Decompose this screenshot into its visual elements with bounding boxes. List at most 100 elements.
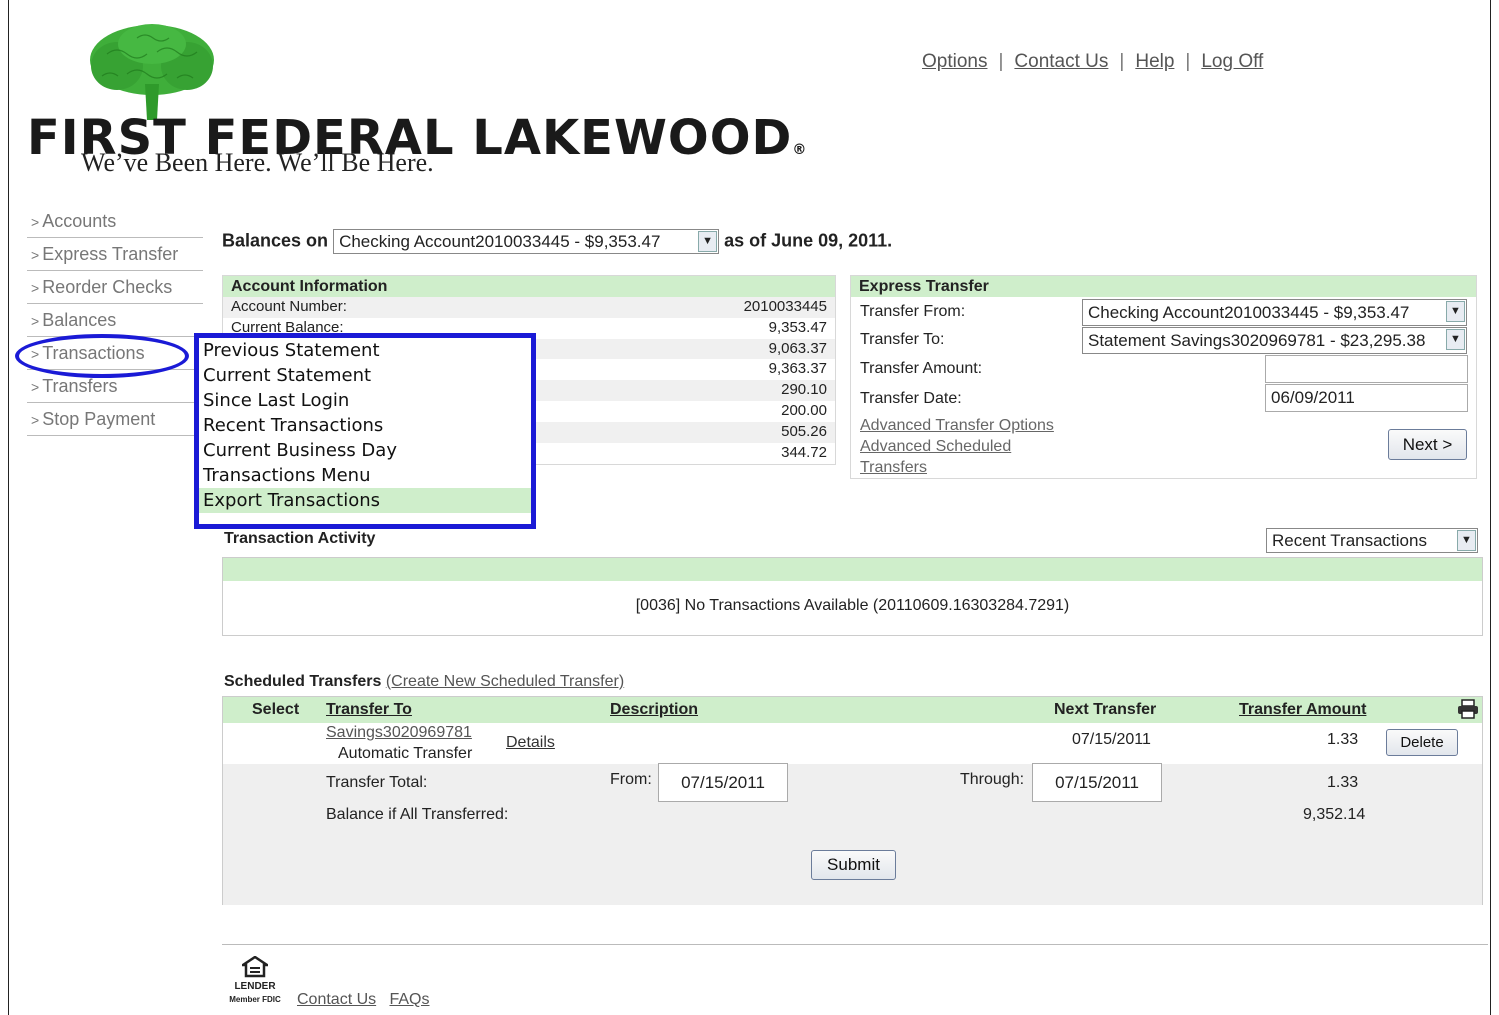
transfer-amount-value: 1.33 bbox=[1327, 731, 1359, 748]
bank-logo[interactable]: FIRST FEDERAL LAKEWOOD® We’ve Been Here.… bbox=[27, 24, 806, 184]
sidebar-item-express-transfer[interactable]: > Express Transfer bbox=[27, 238, 203, 271]
create-scheduled-transfer-link[interactable]: (Create New Scheduled Transfer) bbox=[386, 673, 624, 690]
express-transfer-panel: Express Transfer Transfer From: Checking… bbox=[850, 275, 1477, 479]
delete-button[interactable]: Delete bbox=[1386, 729, 1458, 756]
from-label: From: bbox=[610, 771, 652, 788]
sidebar-item-label: Accounts bbox=[42, 211, 117, 231]
nav-separator: | bbox=[998, 51, 1004, 72]
chevron-down-icon[interactable]: ▼ bbox=[1457, 530, 1476, 551]
account-select[interactable]: Checking Account2010033445 - $9,353.47 ▼ bbox=[333, 229, 720, 254]
chevron-right-icon: > bbox=[31, 214, 40, 230]
through-date-input[interactable]: 07/15/2011 bbox=[1032, 763, 1162, 802]
column-transfer-amount[interactable]: Transfer Amount bbox=[1239, 701, 1366, 719]
advanced-transfer-options-link[interactable]: Advanced Transfer Options bbox=[860, 415, 1054, 436]
column-transfer-to[interactable]: Transfer To bbox=[326, 701, 412, 719]
sidebar-item-label: Reorder Checks bbox=[42, 277, 173, 297]
nav-logoff-link[interactable]: Log Off bbox=[1201, 51, 1263, 72]
advanced-scheduled-transfers-link[interactable]: Advanced Scheduled Transfers bbox=[860, 436, 1040, 478]
transfer-from-select[interactable]: Checking Account2010033445 - $9,353.47 ▼ bbox=[1082, 299, 1467, 326]
menu-item-current-statement[interactable]: Current Statement bbox=[199, 363, 531, 388]
transfer-from-value: Checking Account2010033445 - $9,353.47 bbox=[1088, 303, 1410, 322]
row-value: 9,353.47 bbox=[768, 318, 827, 336]
nav-help-link[interactable]: Help bbox=[1135, 51, 1174, 72]
printer-icon[interactable] bbox=[1457, 699, 1479, 724]
row-value: 9,363.37 bbox=[768, 360, 827, 378]
submit-button[interactable]: Submit bbox=[811, 850, 896, 880]
chevron-down-icon[interactable]: ▼ bbox=[698, 231, 718, 252]
sidebar-item-accounts[interactable]: > Accounts bbox=[27, 205, 203, 238]
balance-if-transferred-value: 9,352.14 bbox=[1303, 806, 1366, 823]
balances-as-of: as of June 09, 2011. bbox=[724, 230, 893, 251]
menu-item-previous-statement[interactable]: Previous Statement bbox=[199, 338, 531, 363]
nav-separator: | bbox=[1119, 51, 1125, 72]
top-nav: Options | Contact Us | Help | Log Off bbox=[922, 51, 1263, 73]
footer-contact-link[interactable]: Contact Us bbox=[297, 991, 376, 1008]
transfer-total-value: 1.33 bbox=[1327, 774, 1359, 791]
transfer-date-label: Transfer Date: bbox=[860, 390, 962, 407]
footer-faqs-link[interactable]: FAQs bbox=[389, 991, 429, 1008]
column-description[interactable]: Description bbox=[610, 701, 698, 719]
row-value: 200.00 bbox=[781, 401, 827, 419]
row-value: 2010033445 bbox=[743, 298, 827, 315]
tree-logo-icon bbox=[90, 24, 214, 120]
menu-item-current-business-day[interactable]: Current Business Day bbox=[199, 438, 531, 463]
sidebar-item-stop-payment[interactable]: > Stop Payment bbox=[27, 403, 203, 436]
equal-housing-icon bbox=[238, 955, 272, 978]
nav-contact-link[interactable]: Contact Us bbox=[1014, 51, 1108, 72]
sidebar: > Accounts > Express Transfer > Reorder Che… bbox=[27, 205, 203, 436]
transfer-amount-input[interactable] bbox=[1265, 355, 1468, 383]
next-transfer-date: 07/15/2011 bbox=[1072, 731, 1151, 748]
transfer-to-account-link[interactable]: Savings3020969781 bbox=[326, 724, 472, 742]
row-label: Account Number: bbox=[231, 298, 347, 315]
balances-header: Balances on Checking Account2010033445 -… bbox=[222, 229, 892, 254]
column-next-transfer: Next Transfer bbox=[1054, 701, 1157, 718]
through-label: Through: bbox=[960, 771, 1025, 788]
no-transactions-message: [0036] No Transactions Available (201106… bbox=[635, 597, 1070, 614]
scheduled-transfers-panel: Select Transfer To Description Next Tran… bbox=[222, 696, 1483, 905]
sidebar-item-reorder-checks[interactable]: > Reorder Checks bbox=[27, 271, 203, 304]
transfer-to-select[interactable]: Statement Savings3020969781 - $23,295.38… bbox=[1082, 327, 1467, 354]
sidebar-item-label: Stop Payment bbox=[42, 409, 156, 429]
transfer-to-label: Transfer To: bbox=[860, 331, 945, 348]
nav-options-link[interactable]: Options bbox=[922, 51, 987, 72]
account-info-row: Account Number: 2010033445 bbox=[223, 297, 835, 318]
equal-housing-lender-badge: LENDER Member FDIC bbox=[222, 955, 288, 1004]
account-select-value: Checking Account2010033445 - $9,353.47 bbox=[339, 232, 661, 251]
transaction-filter-select[interactable]: Recent Transactions ▼ bbox=[1266, 528, 1478, 553]
sidebar-item-balances[interactable]: > Balances bbox=[27, 304, 203, 337]
nav-separator: | bbox=[1185, 51, 1191, 72]
menu-item-since-last-login[interactable]: Since Last Login bbox=[199, 388, 531, 413]
next-button[interactable]: Next > bbox=[1388, 429, 1467, 460]
menu-item-transactions-menu[interactable]: Transactions Menu bbox=[199, 463, 531, 488]
chevron-down-icon[interactable]: ▼ bbox=[1446, 329, 1465, 350]
scheduled-transfers-title: Scheduled Transfers (Create New Schedule… bbox=[224, 673, 624, 691]
balance-if-transferred-label: Balance if All Transferred: bbox=[326, 806, 509, 823]
menu-item-export-transactions[interactable]: Export Transactions bbox=[199, 488, 531, 513]
chevron-right-icon: > bbox=[31, 379, 40, 395]
transfer-total-label: Transfer Total: bbox=[326, 774, 428, 791]
account-information-title: Account Information bbox=[223, 276, 835, 297]
brand-tagline: We’ve Been Here. We’ll Be Here. bbox=[81, 148, 434, 177]
chevron-down-icon[interactable]: ▼ bbox=[1446, 301, 1465, 322]
sidebar-item-label: Express Transfer bbox=[42, 244, 179, 264]
footer-divider bbox=[222, 944, 1488, 945]
chevron-right-icon: > bbox=[31, 313, 40, 329]
annotation-ellipse bbox=[15, 334, 189, 378]
scheduled-transfers-heading: Scheduled Transfers bbox=[224, 673, 382, 690]
row-value: 290.10 bbox=[781, 381, 827, 399]
transfer-type: Automatic Transfer bbox=[338, 745, 473, 762]
transaction-activity-header bbox=[223, 558, 1482, 581]
details-link[interactable]: Details bbox=[506, 734, 555, 752]
sidebar-item-label: Balances bbox=[42, 310, 117, 330]
lender-text: LENDER bbox=[234, 981, 276, 992]
balances-label: Balances on bbox=[222, 230, 329, 251]
from-date-input[interactable]: 07/15/2011 bbox=[658, 763, 788, 802]
transaction-filter-value: Recent Transactions bbox=[1272, 531, 1427, 550]
chevron-right-icon: > bbox=[31, 280, 40, 296]
transfer-date-input[interactable]: 06/09/2011 bbox=[1265, 384, 1468, 412]
member-fdic-text: Member FDIC bbox=[229, 995, 281, 1004]
menu-item-recent-transactions[interactable]: Recent Transactions bbox=[199, 413, 531, 438]
transaction-activity-title: Transaction Activity bbox=[224, 530, 376, 547]
transfer-amount-label: Transfer Amount: bbox=[860, 360, 983, 377]
row-value: 344.72 bbox=[781, 443, 827, 461]
